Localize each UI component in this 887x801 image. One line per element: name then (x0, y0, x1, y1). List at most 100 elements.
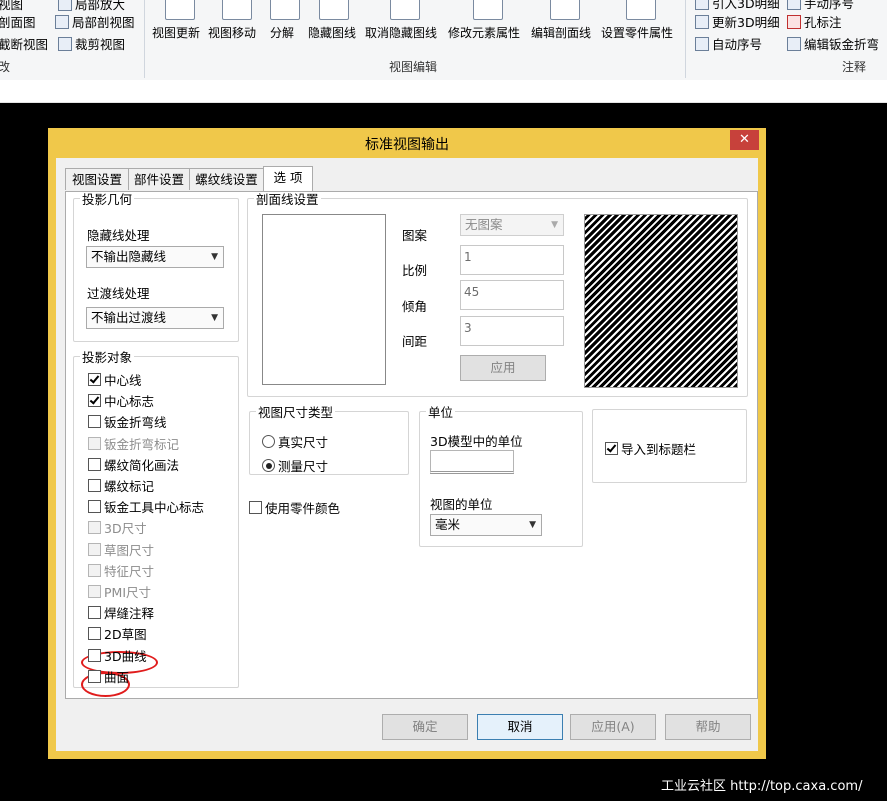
view-unit-select[interactable]: 毫米 ▼ (430, 514, 542, 536)
hatch-preview (584, 214, 738, 388)
ribbon-item-partial-view[interactable]: 视图 (0, 0, 23, 12)
ribbon-separator (144, 0, 145, 78)
checkbox-label: 中心标志 (104, 394, 155, 410)
checkbox-box (88, 563, 101, 577)
dialog-title: 标准视图输出 (365, 137, 449, 153)
edit-sheetmetal-bend-button[interactable]: 编辑钣金折弯 (787, 34, 879, 52)
real-dimension-radio[interactable]: 真实尺寸 (262, 432, 328, 450)
projection-object-checkbox[interactable]: 焊缝注释 (88, 603, 155, 622)
use-part-color-checkbox[interactable]: 使用零件颜色 (249, 498, 340, 516)
model-unit-label: 3D模型中的单位 (430, 434, 523, 449)
ribbon-item-crop-view[interactable]: 裁剪视图 (58, 34, 125, 52)
angle-label: 倾角 (402, 299, 428, 314)
checkbox-box (88, 373, 101, 386)
projection-object-checkbox: PMI尺寸 (88, 582, 151, 600)
transition-line-select[interactable]: 不输出过渡线 ▼ (86, 307, 224, 329)
projection-object-checkbox[interactable]: 螺纹标记 (88, 476, 154, 494)
tab-part-settings[interactable]: 部件设置 (128, 168, 190, 190)
projection-geometry-legend: 投影几何 (82, 192, 133, 207)
cancel-button[interactable]: 取消 (477, 714, 563, 740)
sheetmetal-bend-icon (787, 37, 801, 51)
checkbox-label: 3D曲线 (104, 648, 147, 664)
checkbox-box (605, 442, 618, 455)
checkbox-box (88, 585, 101, 598)
manual-balloon-icon (787, 0, 801, 10)
ribbon-bottom-strip (0, 80, 887, 103)
ribbon-group-label-annot: 注释 (842, 60, 867, 74)
projection-object-checkbox[interactable]: 螺纹简化画法 (88, 455, 179, 473)
edit-hatch-button[interactable]: 编辑剖面线 (531, 0, 597, 42)
checkbox-label: 特征尺寸 (104, 563, 155, 579)
projection-object-checkbox[interactable]: 曲面 (88, 667, 130, 685)
projection-object-checkbox[interactable]: 2D草图 (88, 624, 147, 643)
ribbon-item-section-view[interactable]: 剖面图 (0, 12, 36, 30)
checkbox-label: 中心线 (104, 373, 142, 388)
projection-object-checkbox: 特征尺寸 (88, 561, 155, 579)
angle-input[interactable]: 45 (460, 280, 564, 310)
projection-object-checkbox[interactable]: 钣金工具中心标志 (88, 497, 204, 515)
part-attr-icon (626, 0, 656, 20)
explode-button[interactable]: 分解 (270, 0, 300, 42)
hole-callout-button[interactable]: 孔标注 (787, 12, 842, 30)
update-bom-icon (695, 15, 709, 29)
pattern-select[interactable]: 无图案 ▼ (460, 214, 564, 236)
tab-view-settings[interactable]: 视图设置 (65, 168, 129, 190)
view-update-button[interactable]: 视图更新 (152, 0, 204, 42)
projection-object-checkbox: 草图尺寸 (88, 540, 154, 558)
projection-object-checkbox[interactable]: 中心标志 (88, 391, 155, 410)
checkbox-label: 2D草图 (104, 627, 147, 643)
checkbox-label: 3D尺寸 (104, 521, 147, 537)
checkbox-box (88, 606, 101, 620)
projection-object-checkbox[interactable]: 中心线 (88, 370, 142, 388)
projection-object-checkbox[interactable]: 钣金折弯线 (88, 412, 167, 430)
checkbox-box (88, 542, 101, 556)
hide-lines-icon (319, 0, 349, 20)
ribbon-item-local-zoom[interactable]: 局部放大 (58, 0, 125, 12)
close-button[interactable]: ✕ (730, 130, 759, 150)
part-attr-button[interactable]: 设置零件属性 (601, 0, 679, 42)
apply-button[interactable]: 应用(A) (570, 714, 656, 740)
watermark: 工业云社区 http://top.caxa.com/ (661, 779, 863, 794)
ribbon-item-break-view[interactable]: 截断视图 (0, 34, 48, 52)
spacing-input[interactable]: 3 (460, 316, 564, 346)
ribbon-item-partial-section[interactable]: 局部剖视图 (55, 12, 135, 30)
chevron-down-icon: ▼ (211, 252, 218, 262)
checkbox-box (88, 648, 101, 662)
auto-balloon-button[interactable]: 自动序号 (695, 34, 762, 52)
help-button[interactable]: 帮助 (665, 714, 751, 740)
import-title-block-checkbox[interactable]: 导入到标题栏 (605, 439, 696, 457)
ok-button[interactable]: 确定 (382, 714, 468, 740)
checkbox-label: 曲面 (104, 669, 130, 685)
auto-balloon-icon (695, 37, 709, 51)
hidden-line-label: 隐藏线处理 (87, 228, 150, 243)
hatch-apply-button[interactable]: 应用 (460, 355, 546, 381)
manual-balloon-button[interactable]: 手动序号 (787, 0, 854, 11)
modify-attr-button[interactable]: 修改元素属性 (448, 0, 526, 42)
view-move-icon (222, 0, 252, 20)
view-unit-label: 视图的单位 (430, 497, 493, 512)
crop-view-icon (58, 37, 72, 51)
scale-label: 比例 (402, 263, 428, 278)
import-3d-bom-button[interactable]: 引入3D明细 (695, 0, 780, 11)
view-update-icon (165, 0, 195, 20)
checkbox-label: 焊缝注释 (104, 606, 155, 622)
unhide-lines-button[interactable]: 取消隐藏图线 (365, 0, 443, 42)
measured-dimension-radio[interactable]: 测量尺寸 (262, 456, 328, 474)
radio-dot (262, 459, 275, 472)
update-3d-bom-button[interactable]: 更新3D明细 (695, 12, 780, 30)
checkbox-box (88, 415, 101, 429)
ribbon-group-label-left: 改 (0, 60, 11, 74)
hidden-line-select[interactable]: 不输出隐藏线 ▼ (86, 246, 224, 268)
view-move-button[interactable]: 视图移动 (208, 0, 262, 42)
hatch-pattern-list[interactable] (262, 214, 386, 385)
projection-object-checkbox[interactable]: 3D曲线 (88, 646, 147, 664)
scale-input[interactable]: 1 (460, 245, 564, 275)
tab-options[interactable]: 选 项 (263, 166, 313, 191)
checkbox-box (88, 457, 101, 471)
local-zoom-icon (58, 0, 72, 11)
hide-lines-button[interactable]: 隐藏图线 (308, 0, 360, 42)
unhide-lines-icon (390, 0, 420, 20)
tab-thread-settings[interactable]: 螺纹线设置 (189, 168, 264, 190)
dialog-client: 视图设置 部件设置 螺纹线设置 选 项 投影几何 隐藏线处理 不输出隐藏线 ▼ 过… (56, 158, 758, 751)
hole-callout-icon (787, 15, 801, 29)
